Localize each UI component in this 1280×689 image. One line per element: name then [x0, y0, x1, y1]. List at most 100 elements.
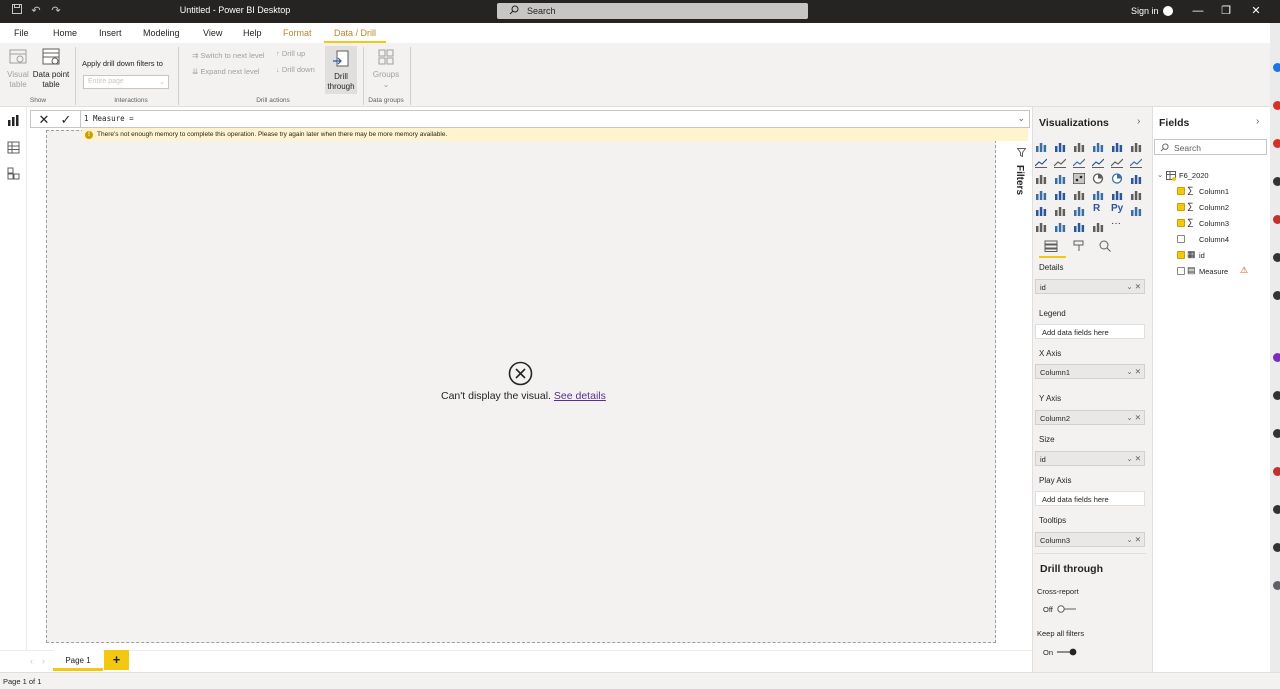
- formula-input[interactable]: 1 Measure =: [84, 114, 134, 123]
- multi-row-card-visual-icon[interactable]: [1111, 189, 1123, 200]
- field-checkbox[interactable]: [1177, 251, 1185, 259]
- model-view-icon[interactable]: [7, 167, 20, 180]
- see-details-link[interactable]: See details: [554, 390, 606, 402]
- stacked-bar-visual-icon[interactable]: [1035, 141, 1047, 152]
- tab-view[interactable]: View: [203, 28, 222, 38]
- tab-data-drill[interactable]: Data / Drill: [324, 23, 387, 43]
- report-view-icon[interactable]: [7, 114, 20, 127]
- filters-label[interactable]: Filters: [1014, 165, 1025, 195]
- well-controls-icon[interactable]: ⌄ ✕: [1126, 454, 1141, 463]
- chevron-right-icon[interactable]: ›: [1137, 116, 1140, 127]
- groups-button[interactable]: Groups ⌄: [370, 47, 402, 90]
- sign-in-link[interactable]: Sign in: [1131, 6, 1159, 16]
- 100-column-visual-icon[interactable]: [1130, 141, 1142, 152]
- paginated-visual-icon[interactable]: [1073, 221, 1085, 232]
- line-visual-icon[interactable]: [1035, 157, 1047, 168]
- clustered-column-visual-icon[interactable]: [1092, 141, 1104, 152]
- well-controls-icon[interactable]: ⌄ ✕: [1126, 282, 1141, 291]
- size-well[interactable]: id ⌄ ✕: [1035, 451, 1145, 466]
- tab-file[interactable]: File: [14, 28, 29, 38]
- r-script-visual-icon[interactable]: R: [1093, 203, 1100, 214]
- scatter-visual-icon[interactable]: [1073, 173, 1085, 184]
- page-tab-1[interactable]: Page 1: [53, 650, 103, 671]
- pie-visual-icon[interactable]: [1092, 173, 1104, 184]
- visual-container[interactable]: [46, 130, 996, 643]
- data-view-icon[interactable]: [7, 141, 20, 154]
- field-item[interactable]: ∑ Column2: [1177, 201, 1267, 214]
- line-column-visual-icon[interactable]: [1092, 157, 1104, 168]
- chevron-right-icon[interactable]: ›: [42, 656, 45, 666]
- funnel-visual-icon[interactable]: [1054, 173, 1066, 184]
- qa-visual-icon[interactable]: [1054, 221, 1066, 232]
- area-visual-icon[interactable]: [1054, 157, 1066, 168]
- donut-visual-icon[interactable]: [1111, 173, 1123, 184]
- tab-help[interactable]: Help: [243, 28, 262, 38]
- card-visual-icon[interactable]: [1092, 189, 1104, 200]
- tab-modeling[interactable]: Modeling: [143, 28, 180, 38]
- field-checkbox[interactable]: [1177, 235, 1185, 243]
- well-controls-icon[interactable]: ⌄ ✕: [1126, 535, 1141, 544]
- well-controls-icon[interactable]: ⌄ ✕: [1126, 413, 1141, 422]
- tab-insert[interactable]: Insert: [99, 28, 122, 38]
- decomposition-tree-visual-icon[interactable]: [1035, 221, 1047, 232]
- cross-report-toggle[interactable]: [1056, 604, 1078, 614]
- field-item[interactable]: Column4: [1177, 234, 1267, 246]
- playaxis-well[interactable]: Add data fields here: [1035, 491, 1145, 506]
- tooltips-well[interactable]: Column3 ⌄ ✕: [1035, 532, 1145, 547]
- expand-formula-icon[interactable]: ⌄: [1017, 113, 1025, 124]
- apply-drill-select[interactable]: Entire page ⌄: [83, 75, 169, 89]
- details-well[interactable]: id ⌄ ✕: [1035, 279, 1145, 294]
- filled-map-visual-icon[interactable]: [1054, 189, 1066, 200]
- visual-table-button[interactable]: Visual table: [5, 47, 31, 90]
- commit-formula-icon[interactable]: ✓: [56, 112, 76, 128]
- table-visual-icon[interactable]: [1054, 205, 1066, 216]
- line-clustered-visual-icon[interactable]: [1111, 157, 1123, 168]
- ribbon-visual-icon[interactable]: [1130, 157, 1142, 168]
- add-page-button[interactable]: +: [104, 650, 129, 670]
- drill-down-button[interactable]: ↓ Drill down: [276, 65, 315, 74]
- stacked-column-visual-icon[interactable]: [1054, 141, 1066, 152]
- field-item[interactable]: ∑ Column3: [1177, 217, 1267, 230]
- legend-well[interactable]: Add data fields here: [1035, 324, 1145, 339]
- analytics-tab[interactable]: [1099, 240, 1111, 254]
- 100-bar-visual-icon[interactable]: [1111, 141, 1123, 152]
- cancel-formula-icon[interactable]: ✕: [34, 112, 54, 128]
- python-visual-icon[interactable]: Py: [1111, 203, 1123, 214]
- kpi-visual-icon[interactable]: [1130, 189, 1142, 200]
- field-checkbox[interactable]: [1177, 187, 1185, 195]
- chevron-left-icon[interactable]: ‹: [30, 656, 33, 666]
- drill-through-button[interactable]: Drill through: [325, 46, 357, 94]
- arcgis-visual-icon[interactable]: [1092, 221, 1104, 232]
- matrix-visual-icon[interactable]: [1073, 205, 1085, 216]
- format-tab[interactable]: [1073, 240, 1085, 254]
- field-checkbox[interactable]: [1177, 267, 1185, 275]
- keep-filters-toggle[interactable]: [1056, 647, 1078, 657]
- fields-search-input[interactable]: Search: [1154, 139, 1267, 155]
- field-checkbox[interactable]: [1177, 219, 1185, 227]
- treemap-visual-icon[interactable]: [1130, 173, 1142, 184]
- stacked-area-visual-icon[interactable]: [1073, 157, 1085, 168]
- field-item[interactable]: ▤ Measure ⚠: [1177, 265, 1267, 278]
- key-influencers-visual-icon[interactable]: [1130, 205, 1142, 216]
- restore-button[interactable]: ❐: [1218, 3, 1234, 19]
- yaxis-well[interactable]: Column2 ⌄ ✕: [1035, 410, 1145, 425]
- chevron-right-icon[interactable]: ›: [1256, 116, 1259, 127]
- xaxis-well[interactable]: Column1 ⌄ ✕: [1035, 364, 1145, 379]
- drill-up-button[interactable]: ↑ Drill up: [276, 49, 305, 58]
- field-item[interactable]: ▦ id: [1177, 249, 1267, 262]
- close-button[interactable]: ✕: [1248, 3, 1264, 19]
- field-checkbox[interactable]: [1177, 203, 1185, 211]
- fields-well-tab[interactable]: [1044, 240, 1058, 254]
- minimize-button[interactable]: —: [1190, 3, 1206, 19]
- tab-home[interactable]: Home: [53, 28, 77, 38]
- slicer-visual-icon[interactable]: [1035, 205, 1047, 216]
- expand-next-level-button[interactable]: ⇊ Expand next level: [192, 67, 260, 76]
- tab-format[interactable]: Format: [283, 28, 312, 38]
- gauge-visual-icon[interactable]: [1073, 189, 1085, 200]
- more-visuals-visual-icon[interactable]: ···: [1111, 218, 1121, 229]
- map-visual-icon[interactable]: [1035, 189, 1047, 200]
- waterfall-visual-icon[interactable]: [1035, 173, 1047, 184]
- well-controls-icon[interactable]: ⌄ ✕: [1126, 367, 1141, 376]
- data-point-table-button[interactable]: Data point table: [31, 47, 71, 90]
- switch-next-level-button[interactable]: ⇉ Switch to next level: [192, 51, 265, 60]
